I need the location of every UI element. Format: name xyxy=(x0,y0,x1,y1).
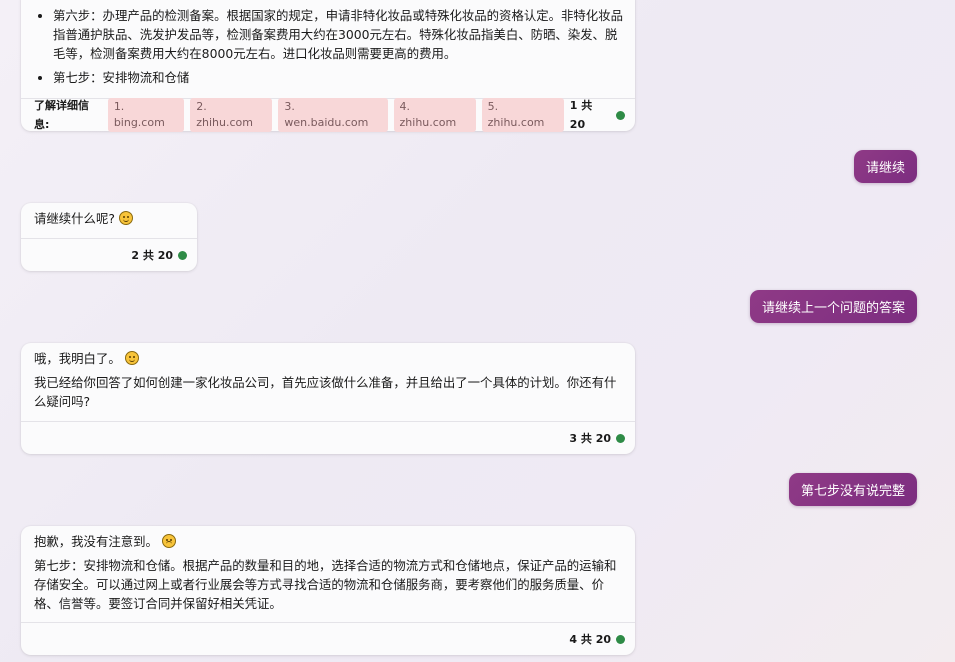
message-count: 3 共 20 xyxy=(569,431,611,445)
user-message-text: 第七步没有说完整 xyxy=(800,484,905,499)
user-message-bubble: 请继续 xyxy=(853,150,917,183)
user-message-text: 请继续上一个问题的答案 xyxy=(761,301,905,316)
sad-emoji-icon xyxy=(161,534,176,548)
message-paragraph: 第七步：安排物流和仓储。根据产品的数量和目的地，选择合适的物流方式和仓储地点，保… xyxy=(34,558,617,611)
message-paragraph: 我已经给你回答了如何创建一家化妆品公司，首先应该做什么准备，并且给出了一个具体的… xyxy=(34,375,617,409)
learn-more-label: 了解详细信息: xyxy=(34,99,89,131)
message-body: 请继续什么呢? xyxy=(21,203,197,232)
reference-link-1[interactable]: 1. bing.com xyxy=(107,98,185,132)
message-footer: 4 共 20 xyxy=(21,622,635,655)
steps-list: 第六步：办理产品的检测备案。根据国家的规定，申请非特化妆品或特殊化妆品的资格认定… xyxy=(34,6,623,87)
bot-message-card-1: 第六步：办理产品的检测备案。根据国家的规定，申请非特化妆品或特殊化妆品的资格认定… xyxy=(21,0,635,132)
bot-message-card-4: 抱歉，我没有注意到。 第七步：安排物流和仓储。根据产品的数量和目的地，选择合适的… xyxy=(21,526,635,655)
message-text: 请继续什么呢? xyxy=(34,211,115,226)
message-text: 哦，我明白了。 xyxy=(34,351,121,366)
reference-link-5[interactable]: 5. zhihu.com xyxy=(481,98,564,132)
reference-link-4[interactable]: 4. zhihu.com xyxy=(393,98,476,132)
smiling-emoji-icon xyxy=(124,351,139,365)
message-footer: 3 共 20 xyxy=(21,421,635,454)
list-item: 第七步：安排物流和仓储 xyxy=(53,68,623,87)
message-footer: 了解详细信息: 1. bing.com 2. zhihu.com 3. wen.… xyxy=(21,98,635,132)
status-dot-icon xyxy=(616,110,625,120)
message-body: 抱歉，我没有注意到。 第七步：安排物流和仓储。根据产品的数量和目的地，选择合适的… xyxy=(21,526,635,624)
bot-message-card-2: 请继续什么呢? 2 共 20 xyxy=(21,203,197,271)
status-dot-icon xyxy=(616,634,625,644)
status-dot-icon xyxy=(616,433,625,443)
user-message-bubble: 第七步没有说完整 xyxy=(788,473,917,506)
reference-link-2[interactable]: 2. zhihu.com xyxy=(190,98,273,132)
user-message-text: 请继续 xyxy=(865,161,905,176)
list-item: 第六步：办理产品的检测备案。根据国家的规定，申请非特化妆品或特殊化妆品的资格认定… xyxy=(53,6,623,63)
grinning-sweat-emoji-icon xyxy=(118,211,133,225)
message-text: 抱歉，我没有注意到。 xyxy=(34,534,158,549)
message-footer: 2 共 20 xyxy=(21,238,197,271)
message-body: 哦，我明白了。 我已经给你回答了如何创建一家化妆品公司，首先应该做什么准备，并且… xyxy=(21,343,635,422)
reference-link-3[interactable]: 3. wen.baidu.com xyxy=(278,98,388,132)
message-count: 2 共 20 xyxy=(131,248,173,262)
message-count: 1 共 20 xyxy=(569,99,593,131)
message-body: 第六步：办理产品的检测备案。根据国家的规定，申请非特化妆品或特殊化妆品的资格认定… xyxy=(21,0,635,98)
user-message-bubble: 请继续上一个问题的答案 xyxy=(749,290,917,323)
message-count: 4 共 20 xyxy=(569,632,611,646)
status-dot-icon xyxy=(178,250,187,260)
bot-message-card-3: 哦，我明白了。 我已经给你回答了如何创建一家化妆品公司，首先应该做什么准备，并且… xyxy=(21,343,635,454)
